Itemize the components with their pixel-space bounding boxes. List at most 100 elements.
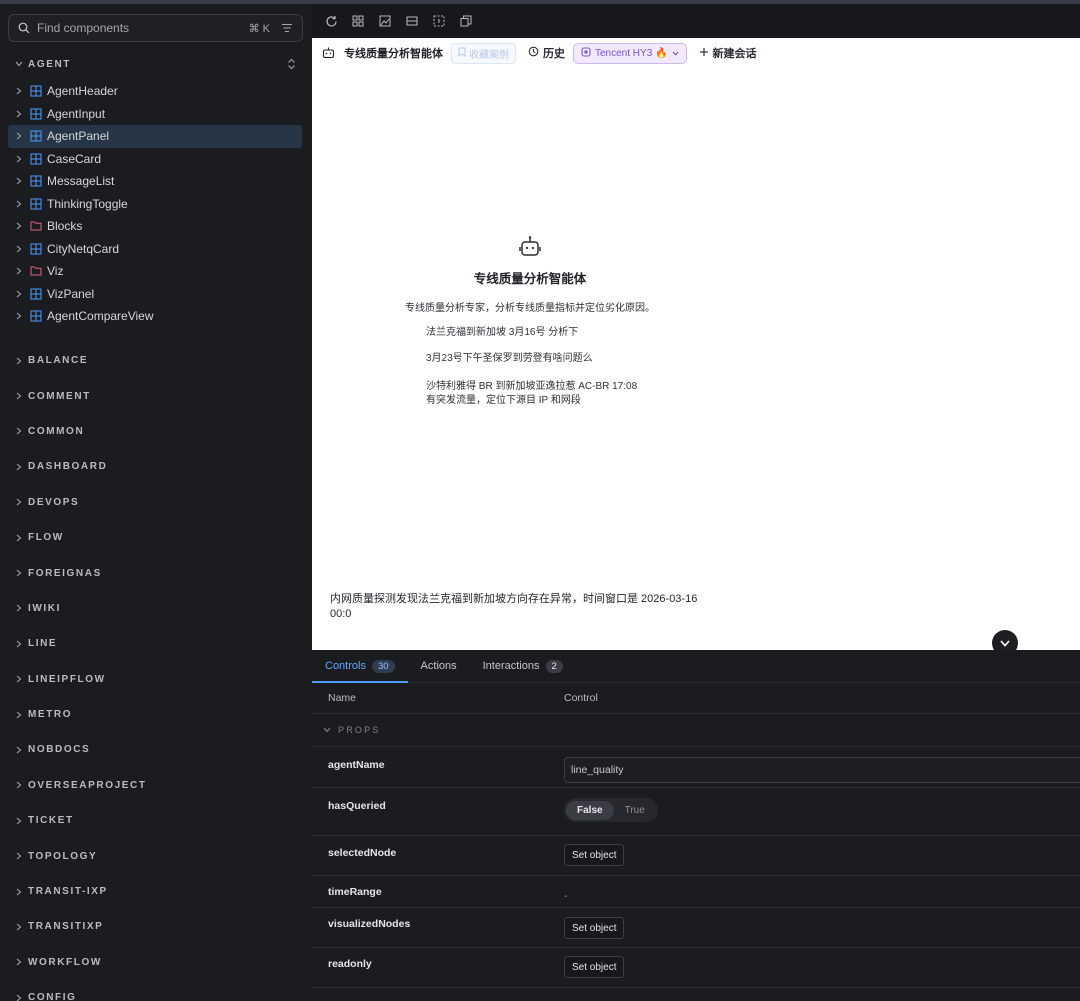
welcome-panel: 专线质量分析智能体 专线质量分析专家，分析专线质量指标并定位劣化原因。 — [312, 234, 748, 314]
section-devops[interactable]: DEVOPS — [0, 485, 312, 520]
component-icon — [30, 108, 42, 120]
sidebar-item-blocks[interactable]: Blocks — [0, 215, 312, 238]
suggestion-item[interactable]: 沙特利雅得 BR 到新加坡亚逸拉惹 AC-BR 17:08 有突发流量，定位下源… — [426, 380, 637, 408]
component-icon — [30, 130, 42, 142]
toggle-true[interactable]: True — [614, 801, 656, 820]
agent-input[interactable]: 内网质量探测发现法兰克福到新加坡方向存在异常，时间窗口是 2026-03-16 … — [330, 592, 730, 622]
section-config[interactable]: CONFIG — [0, 980, 312, 1001]
section-comment[interactable]: COMMENT — [0, 378, 312, 413]
set-object-button[interactable]: Set object — [564, 956, 625, 978]
search-icon — [17, 21, 31, 35]
chevron-right-icon — [14, 110, 24, 118]
prop-name: selectedNode — [328, 847, 397, 859]
sidebar-item-viz[interactable]: Viz — [0, 260, 312, 283]
folder-icon — [30, 220, 42, 232]
sidebar-item-citynetqcard[interactable]: CityNetqCard — [0, 238, 312, 261]
prop-name: hasQueried — [328, 800, 386, 812]
model-icon — [581, 46, 591, 60]
sidebar-item-agentinput[interactable]: AgentInput — [0, 103, 312, 126]
tab-controls[interactable]: Controls 30 — [312, 650, 408, 683]
sidebar-item-casecard[interactable]: CaseCard — [0, 148, 312, 171]
agent-header: 专线质量分析智能体 收藏案例 历史 Tencent HY3 🔥 新建会话 — [322, 42, 757, 64]
props-label: PROPS — [338, 725, 381, 735]
column-name: Name — [328, 692, 357, 704]
chevron-right-icon — [14, 675, 24, 683]
outline-icon[interactable] — [432, 14, 446, 28]
section-title: TRANSIT-IXP — [28, 886, 108, 898]
filter-menu-icon[interactable] — [280, 23, 294, 33]
component-tree: AgentHeader AgentInput AgentPanel CaseCard M… — [0, 80, 312, 328]
section-metro[interactable]: METRO — [0, 697, 312, 732]
section-lineipflow[interactable]: LINEIPFLOW — [0, 662, 312, 697]
section-overseaproject[interactable]: OVERSEAPROJECT — [0, 768, 312, 803]
sidebar: Find components ⌘ K AGENT AgentHeader Age… — [0, 4, 312, 1001]
model-selector[interactable]: Tencent HY3 🔥 — [573, 42, 687, 64]
scroll-down-button[interactable] — [992, 630, 1018, 650]
search-input[interactable]: Find components — [37, 21, 249, 35]
suggestion-item[interactable]: 法兰克福到新加坡 3月16号 分析下 — [426, 326, 578, 340]
chevron-right-icon — [14, 958, 24, 966]
agent-input-text: 内网质量探测发现法兰克福到新加坡方向存在异常，时间窗口是 2026-03-16 — [330, 593, 698, 605]
grid-icon[interactable] — [351, 14, 365, 28]
table-row: selectedNode Set object — [312, 836, 1080, 876]
chevron-right-icon — [14, 923, 24, 931]
sidebar-item-thinkingtoggle[interactable]: ThinkingToggle — [0, 193, 312, 216]
suggestion-line: 有突发流量，定位下源目 IP 和网段 — [426, 395, 581, 406]
layout-icon[interactable] — [405, 14, 419, 28]
plus-icon — [699, 47, 709, 60]
search-box[interactable]: Find components ⌘ K — [8, 14, 303, 42]
section-agent[interactable]: AGENT — [0, 54, 312, 74]
section-title: WORKFLOW — [28, 956, 102, 968]
section-balance[interactable]: BALANCE — [0, 343, 312, 378]
section-topology[interactable]: TOPOLOGY — [0, 838, 312, 873]
section-agent-title: AGENT — [28, 58, 71, 70]
section-iwiki[interactable]: IWIKI — [0, 591, 312, 626]
chevron-right-icon — [14, 245, 24, 253]
section-foreignas[interactable]: FOREIGNAS — [0, 555, 312, 590]
section-common[interactable]: COMMON — [0, 414, 312, 449]
history-button[interactable]: 历史 — [528, 45, 565, 61]
set-object-button[interactable]: Set object — [564, 844, 625, 866]
hasqueried-toggle[interactable]: False True — [564, 798, 658, 822]
section-title: LINE — [28, 638, 58, 650]
chevron-right-icon — [14, 888, 24, 896]
agent-input-text: 00:0 — [330, 608, 352, 620]
sidebar-item-vizpanel[interactable]: VizPanel — [0, 283, 312, 306]
section-line[interactable]: LINE — [0, 626, 312, 661]
sidebar-item-agentheader[interactable]: AgentHeader — [0, 80, 312, 103]
image-icon[interactable] — [378, 14, 392, 28]
chevron-right-icon — [14, 290, 24, 298]
section-transit-ixp[interactable]: TRANSIT-IXP — [0, 874, 312, 909]
section-title: FLOW — [28, 532, 64, 544]
tab-label: Controls — [325, 660, 366, 672]
refresh-icon[interactable] — [324, 14, 338, 28]
tab-interactions[interactable]: Interactions 2 — [470, 650, 576, 682]
section-title: TICKET — [28, 815, 74, 827]
section-transitixp[interactable]: TRANSITIXP — [0, 909, 312, 944]
robot-icon — [517, 234, 543, 260]
component-icon — [30, 310, 42, 322]
sidebar-item-agentpanel[interactable]: AgentPanel — [8, 125, 302, 148]
section-nobdocs[interactable]: NOBDOCS — [0, 732, 312, 767]
section-title: TRANSITIXP — [28, 921, 104, 933]
table-row: visualizedNodes Set object — [312, 908, 1080, 948]
new-chat-button[interactable]: 新建会话 — [699, 45, 757, 61]
chevron-right-icon — [14, 222, 24, 230]
section-ticket[interactable]: TICKET — [0, 803, 312, 838]
sidebar-item-agentcompareview[interactable]: AgentCompareView — [0, 305, 312, 328]
component-icon — [30, 288, 42, 300]
toggle-false[interactable]: False — [566, 800, 614, 820]
section-workflow[interactable]: WORKFLOW — [0, 945, 312, 980]
tab-actions[interactable]: Actions — [408, 650, 470, 682]
copy-icon[interactable] — [459, 14, 473, 28]
agentname-input[interactable]: line_quality — [564, 757, 1080, 783]
suggestion-item[interactable]: 3月23号下午圣保罗到劳登有啥问题么 — [426, 352, 593, 366]
section-flow[interactable]: FLOW — [0, 520, 312, 555]
set-object-button[interactable]: Set object — [564, 917, 625, 939]
sidebar-item-messagelist[interactable]: MessageList — [0, 170, 312, 193]
expand-collapse-icon[interactable] — [287, 57, 296, 75]
section-dashboard[interactable]: DASHBOARD — [0, 449, 312, 484]
favorite-case-button[interactable]: 收藏案例 — [451, 42, 516, 64]
prop-name: visualizedNodes — [328, 918, 411, 930]
props-section[interactable]: PROPS — [312, 714, 1080, 747]
